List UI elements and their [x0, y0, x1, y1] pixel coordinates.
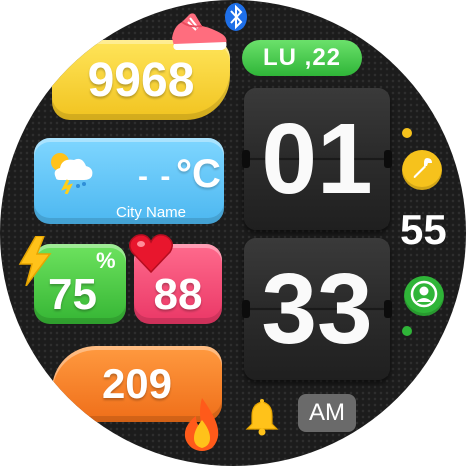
hours-value: 01 [261, 102, 373, 215]
ampm-badge: AM [298, 394, 356, 432]
steps-value: 9968 [87, 53, 195, 107]
ampm-value: AM [309, 399, 345, 426]
watch-face: 9968 LU ,22 - - °C City Name 75 % 88 209… [0, 0, 466, 466]
hours-flip-card: 01 [242, 88, 392, 230]
indicator-dot-bottom [402, 326, 412, 336]
settings-button[interactable] [402, 150, 442, 190]
wrench-icon [409, 155, 435, 186]
calories-value: 209 [101, 360, 173, 407]
weather-city: City Name [116, 204, 187, 221]
sneaker-icon [168, 8, 230, 54]
heart-icon [128, 232, 174, 274]
user-icon [410, 280, 438, 313]
weather-unit: °C [176, 152, 221, 196]
battery-unit: % [96, 248, 116, 273]
thunderstorm-cloud-icon [46, 148, 96, 195]
heart-rate-value: 88 [153, 270, 203, 319]
date-badge[interactable]: LU ,22 [242, 40, 362, 76]
minutes-flip-card: 33 [242, 238, 392, 380]
fire-icon [182, 396, 222, 452]
battery-value: 75 [48, 270, 97, 319]
profile-button[interactable] [404, 276, 444, 316]
indicator-dot-top [402, 128, 412, 138]
weather-temperature: - - [138, 160, 173, 193]
lightning-icon [18, 235, 52, 287]
weather-widget[interactable]: - - °C City Name [34, 138, 224, 224]
seconds-value: 55 [400, 206, 447, 253]
date-text: LU ,22 [262, 44, 342, 71]
bell-icon[interactable] [244, 398, 280, 436]
minutes-value: 33 [261, 252, 373, 365]
bluetooth-icon [224, 2, 248, 32]
